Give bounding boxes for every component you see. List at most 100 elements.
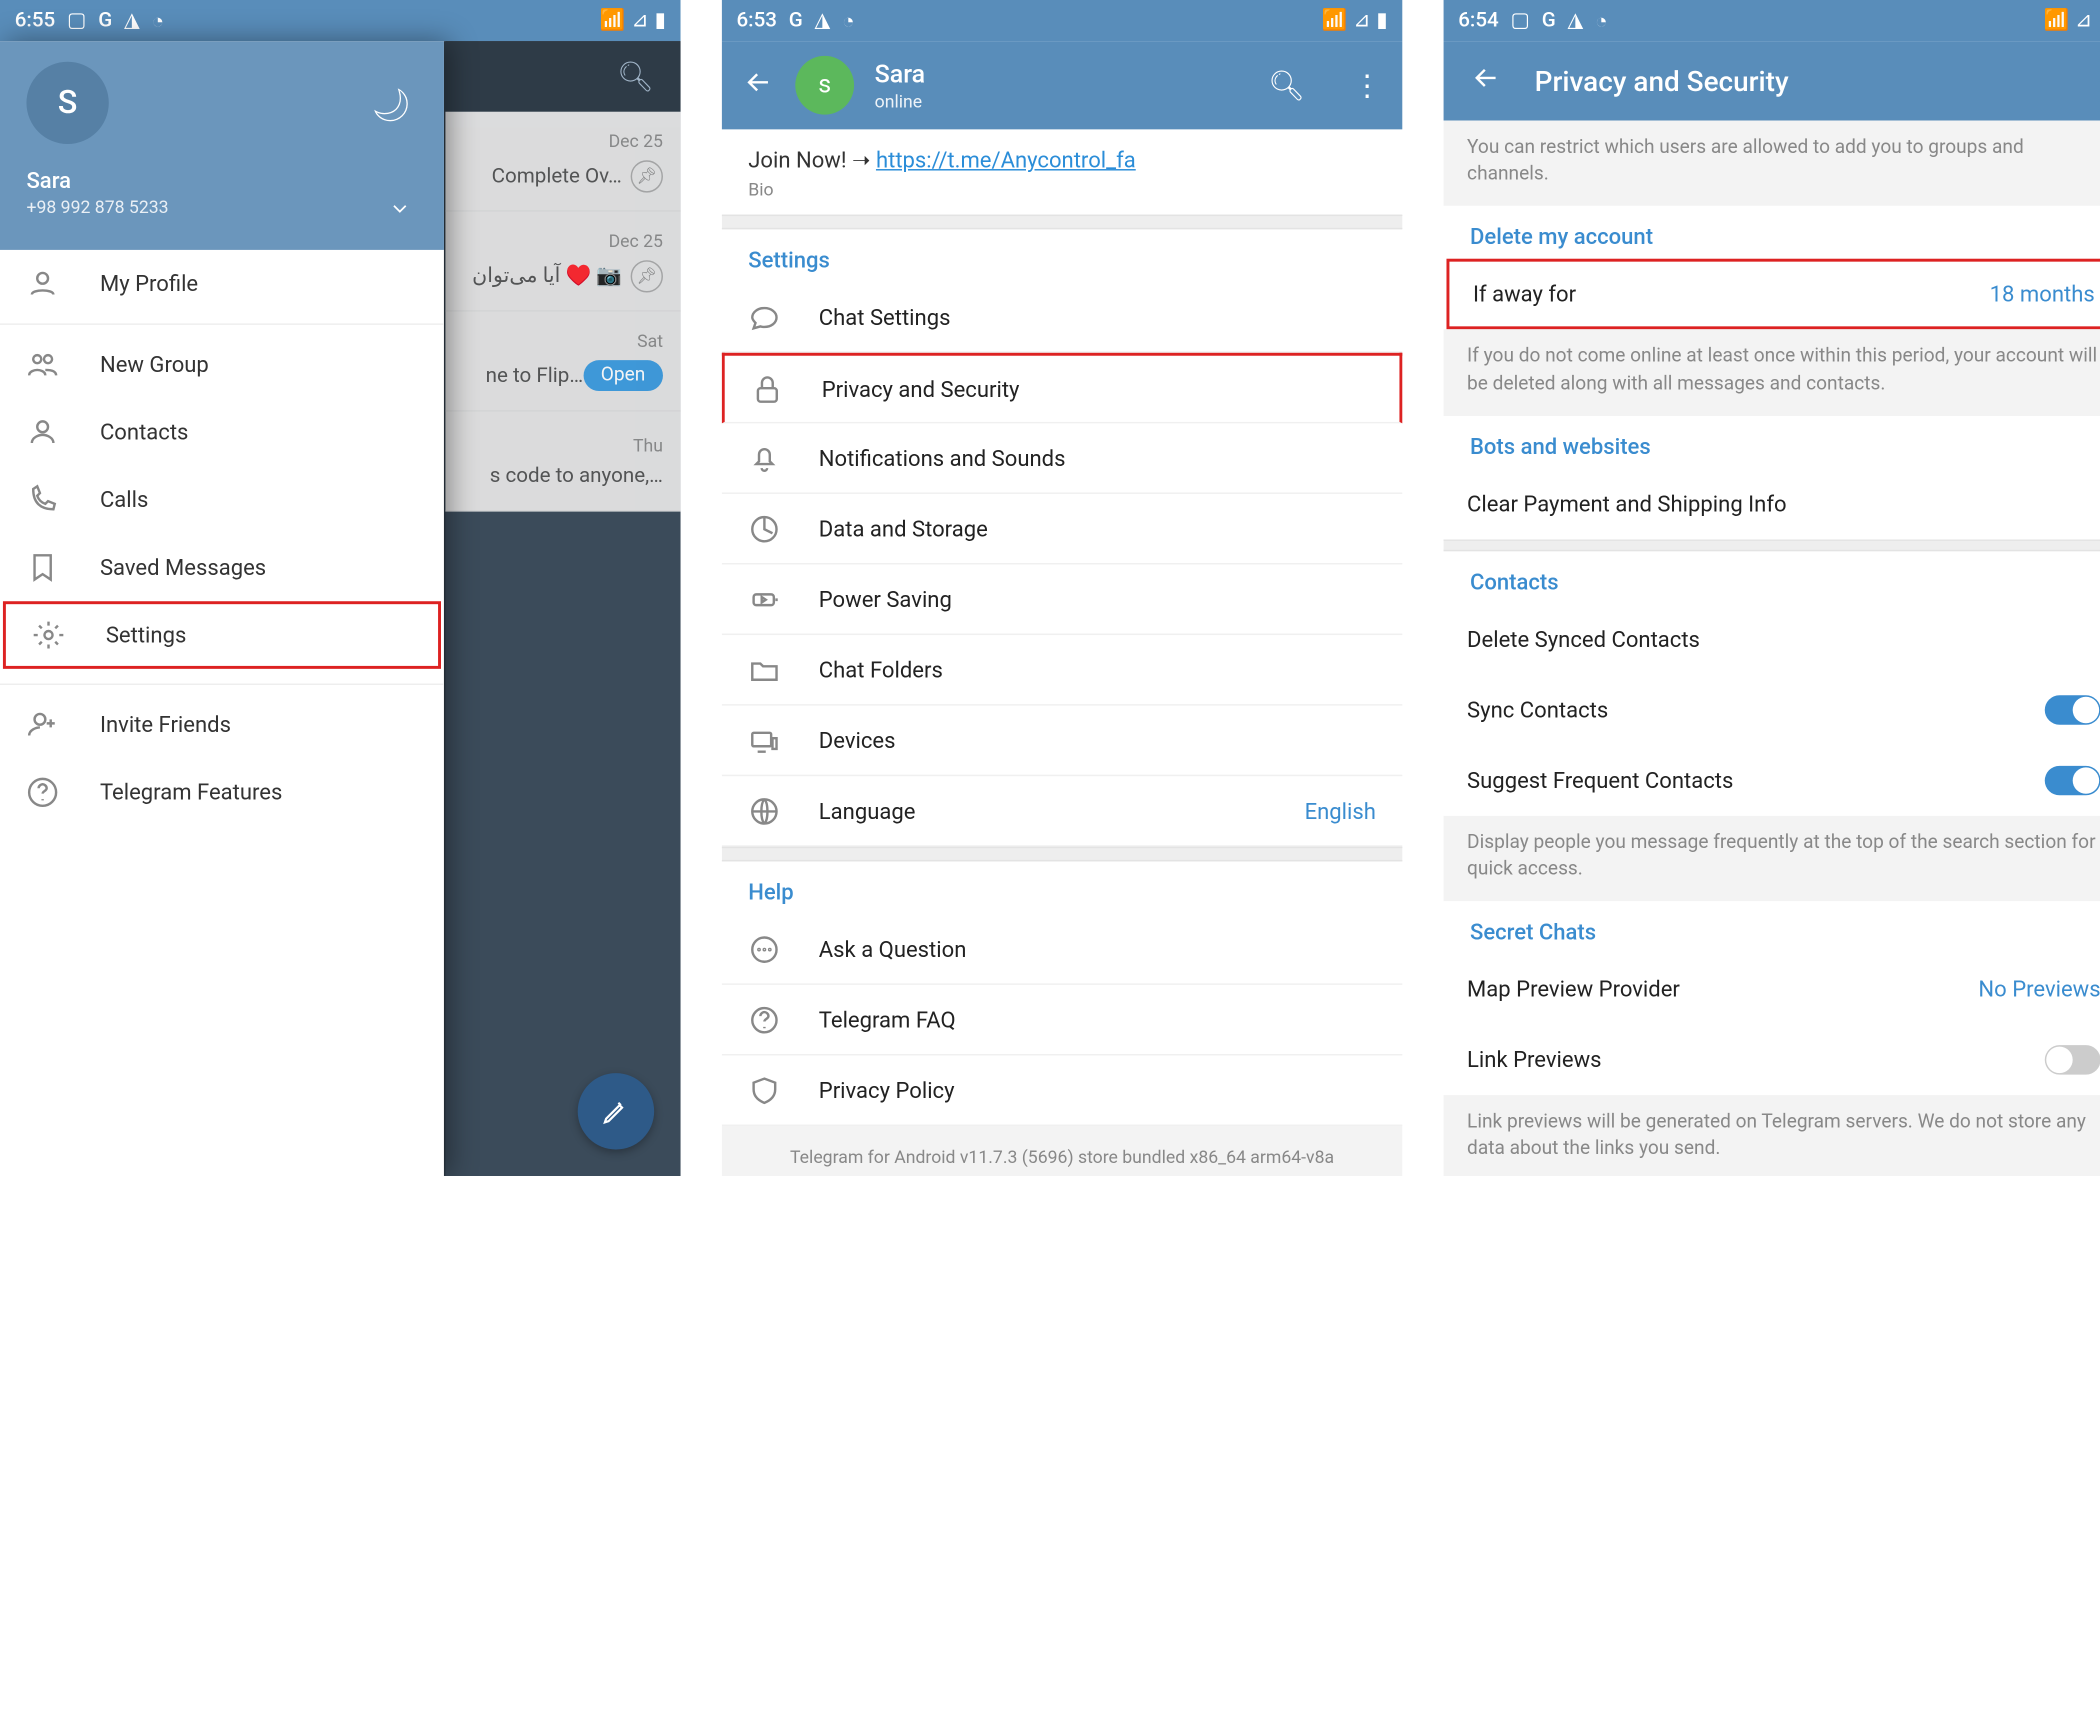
status-icon: G xyxy=(789,9,803,33)
drawer-item-label: New Group xyxy=(100,351,209,377)
drawer-item-calls[interactable]: Calls xyxy=(0,466,444,534)
status-time: 6:53 xyxy=(736,9,777,33)
pref-link-previews[interactable]: Link Previews xyxy=(1444,1025,2100,1096)
setting-label: Notifications and Sounds xyxy=(819,445,1066,471)
wifi-icon: 📶 xyxy=(600,9,626,33)
avatar[interactable]: S xyxy=(26,62,108,144)
pref-map-preview[interactable]: Map Preview Provider No Previews xyxy=(1444,954,2100,1025)
drawer-item-profile[interactable]: My Profile xyxy=(0,250,444,318)
header-status: online xyxy=(875,90,925,111)
chat-question-icon xyxy=(748,933,780,965)
status-icon: ▢ xyxy=(67,9,86,33)
chat-row[interactable]: Sat ne to Flip…Open xyxy=(445,312,680,412)
setting-label: Ask a Question xyxy=(819,936,967,962)
phone-icon xyxy=(26,484,58,516)
drawer-username: Sara xyxy=(26,168,417,194)
pref-label: If away for xyxy=(1473,281,1576,307)
status-icon: ▢ xyxy=(1511,9,1530,33)
wifi-icon: 📶 xyxy=(1322,9,1348,33)
chat-row[interactable]: Thu s code to anyone,… xyxy=(445,412,680,512)
back-icon[interactable] xyxy=(742,66,774,104)
drawer-item-newgroup[interactable]: New Group xyxy=(0,331,444,399)
status-time: 6:54 xyxy=(1458,9,1499,33)
settings-notifications[interactable]: Notifications and Sounds xyxy=(722,423,1403,494)
lock-icon xyxy=(751,373,783,405)
status-time: 6:55 xyxy=(15,9,56,33)
signal-icon: ⊿ xyxy=(1353,9,1370,33)
bio-link[interactable]: https://t.me/Anycontrol_fa xyxy=(876,147,1136,173)
pref-value: No Previews xyxy=(1978,976,2100,1002)
settings-chat[interactable]: Chat Settings xyxy=(722,282,1403,353)
setting-label: Chat Folders xyxy=(819,656,943,682)
help-icon xyxy=(748,1003,780,1035)
pref-label: Sync Contacts xyxy=(1467,696,1608,722)
pref-away-for[interactable]: If away for 18 months xyxy=(1446,259,2100,330)
help-icon xyxy=(26,776,58,808)
drawer-item-label: Invite Friends xyxy=(100,711,231,737)
drawer-header: S 🌙︎ Sara +98 992 878 5233 xyxy=(0,41,444,250)
help-privacy-policy[interactable]: Privacy Policy xyxy=(722,1055,1403,1126)
search-icon[interactable]: 🔍︎ xyxy=(617,59,654,94)
pref-clear-payment[interactable]: Clear Payment and Shipping Info xyxy=(1444,469,2100,540)
pref-value: 18 months xyxy=(1990,281,2095,307)
pref-delete-synced[interactable]: Delete Synced Contacts xyxy=(1444,604,2100,675)
more-icon[interactable]: ⋮ xyxy=(1352,68,1381,103)
drawer-item-saved[interactable]: Saved Messages xyxy=(0,534,444,602)
settings-privacy[interactable]: Privacy and Security xyxy=(722,353,1403,424)
toggle-off[interactable] xyxy=(2045,1045,2100,1074)
shield-icon xyxy=(748,1074,780,1106)
devices-icon xyxy=(748,724,780,756)
settings-language[interactable]: Language English xyxy=(722,776,1403,847)
drawer-item-features[interactable]: Telegram Features xyxy=(0,759,444,827)
toggle-on[interactable] xyxy=(2045,695,2100,724)
data-icon xyxy=(748,512,780,544)
back-icon[interactable] xyxy=(1470,62,1502,100)
screen-drawer: 6:55 ▢ G ◮ ◔ 📶 ⊿ ▮ 🔍︎ Dec 25 Complete Ov… xyxy=(0,0,681,1176)
wifi-icon: 📶 xyxy=(2043,9,2069,33)
section-contacts: Contacts xyxy=(1444,551,2100,604)
nav-drawer: S 🌙︎ Sara +98 992 878 5233 My Profile Ne… xyxy=(0,41,444,1176)
chat-row[interactable]: Dec 25 آیا می‌توان ♥️ 📷📌︎ xyxy=(445,212,680,312)
search-icon[interactable]: 🔍︎ xyxy=(1268,68,1305,103)
settings-data[interactable]: Data and Storage xyxy=(722,494,1403,565)
pref-label: Map Preview Provider xyxy=(1467,976,1680,1002)
signal-icon: ⊿ xyxy=(631,9,648,33)
toggle-on[interactable] xyxy=(2045,766,2100,795)
drawer-item-settings[interactable]: Settings xyxy=(3,601,441,669)
drawer-item-invite[interactable]: Invite Friends xyxy=(0,691,444,759)
pref-label: Suggest Frequent Contacts xyxy=(1467,767,1733,793)
status-bar: 6:53 G ◮ ◔ 📶 ⊿ ▮ xyxy=(722,0,1403,41)
setting-label: Privacy Policy xyxy=(819,1077,955,1103)
drawer-item-label: Calls xyxy=(100,487,148,513)
screen-settings: 6:53 G ◮ ◔ 📶 ⊿ ▮ s Sara online 🔍︎ ⋮ Join… xyxy=(722,0,1403,1176)
pref-suggest-frequent[interactable]: Suggest Frequent Contacts xyxy=(1444,745,2100,816)
help-ask[interactable]: Ask a Question xyxy=(722,914,1403,985)
chat-row[interactable]: Dec 25 Complete Ov…📌︎ xyxy=(445,112,680,212)
battery-icon: ▮ xyxy=(1376,9,1387,33)
status-icon: ◔ xyxy=(1595,8,1607,33)
compose-fab[interactable] xyxy=(578,1073,654,1149)
section-label-settings: Settings xyxy=(722,229,1403,282)
section-bots: Bots and websites xyxy=(1444,416,2100,469)
setting-label: Data and Storage xyxy=(819,515,988,541)
settings-devices[interactable]: Devices xyxy=(722,706,1403,777)
drawer-item-contacts[interactable]: Contacts xyxy=(0,398,444,466)
help-faq[interactable]: Telegram FAQ xyxy=(722,985,1403,1056)
avatar[interactable]: s xyxy=(795,56,854,115)
status-bar: 6:54 ▢ G ◮ ◔ 📶 ⊿ ▮ xyxy=(1444,0,2100,41)
drawer-item-label: Telegram Features xyxy=(100,779,282,805)
open-button[interactable]: Open xyxy=(583,360,663,391)
header-name: Sara xyxy=(875,60,925,89)
setting-label: Telegram FAQ xyxy=(819,1006,956,1032)
pin-icon: 📌︎ xyxy=(631,259,663,291)
settings-power[interactable]: Power Saving xyxy=(722,564,1403,635)
folder-icon xyxy=(748,653,780,685)
night-mode-icon[interactable]: 🌙︎ xyxy=(371,88,412,125)
hint-link-previews: Link previews will be generated on Teleg… xyxy=(1444,1095,2100,1176)
settings-folders[interactable]: Chat Folders xyxy=(722,635,1403,706)
setting-label: Power Saving xyxy=(819,586,952,612)
chevron-down-icon[interactable] xyxy=(388,197,412,226)
setting-label: Language xyxy=(819,797,916,823)
setting-value: English xyxy=(1305,797,1376,823)
pref-sync-contacts[interactable]: Sync Contacts xyxy=(1444,674,2100,745)
